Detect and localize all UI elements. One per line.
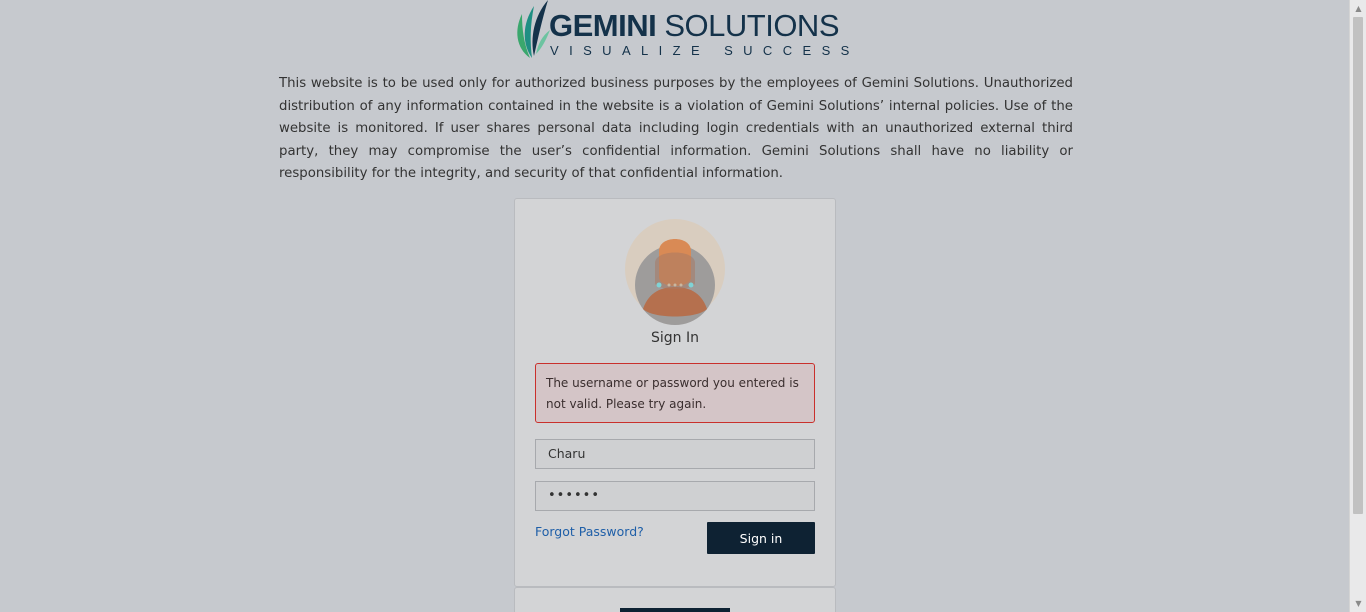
arrow-down-icon[interactable]: ▼	[1350, 595, 1366, 612]
username-input[interactable]: Charu	[535, 439, 815, 469]
signin-heading: Sign In	[651, 330, 699, 346]
leaf-logo-icon	[517, 0, 550, 58]
secondary-card	[514, 587, 836, 612]
vertical-scrollbar[interactable]: ▲ ▼	[1349, 0, 1366, 612]
password-input[interactable]: ••••••	[535, 481, 815, 511]
error-alert: The username or password you entered is …	[535, 363, 815, 423]
gemini-solutions-logo: GEMINI SOLUTIONS VISUALIZE SUCCESS	[512, 0, 849, 62]
signin-button[interactable]: Sign in	[707, 522, 815, 554]
user-avatar-icon	[625, 219, 725, 325]
secondary-button[interactable]	[620, 608, 730, 612]
brand-tagline: VISUALIZE SUCCESS	[550, 43, 860, 58]
disclaimer-text: This website is to be used only for auth…	[279, 76, 1073, 181]
brand-name: GEMINI SOLUTIONS	[549, 8, 839, 43]
login-page: GEMINI SOLUTIONS VISUALIZE SUCCESS This …	[0, 0, 1366, 612]
signin-card: Sign In The username or password you ent…	[514, 198, 836, 587]
forgot-password-link[interactable]: Forgot Password?	[535, 524, 644, 539]
scrollbar-thumb[interactable]	[1353, 17, 1363, 514]
arrow-up-icon[interactable]: ▲	[1350, 0, 1366, 17]
